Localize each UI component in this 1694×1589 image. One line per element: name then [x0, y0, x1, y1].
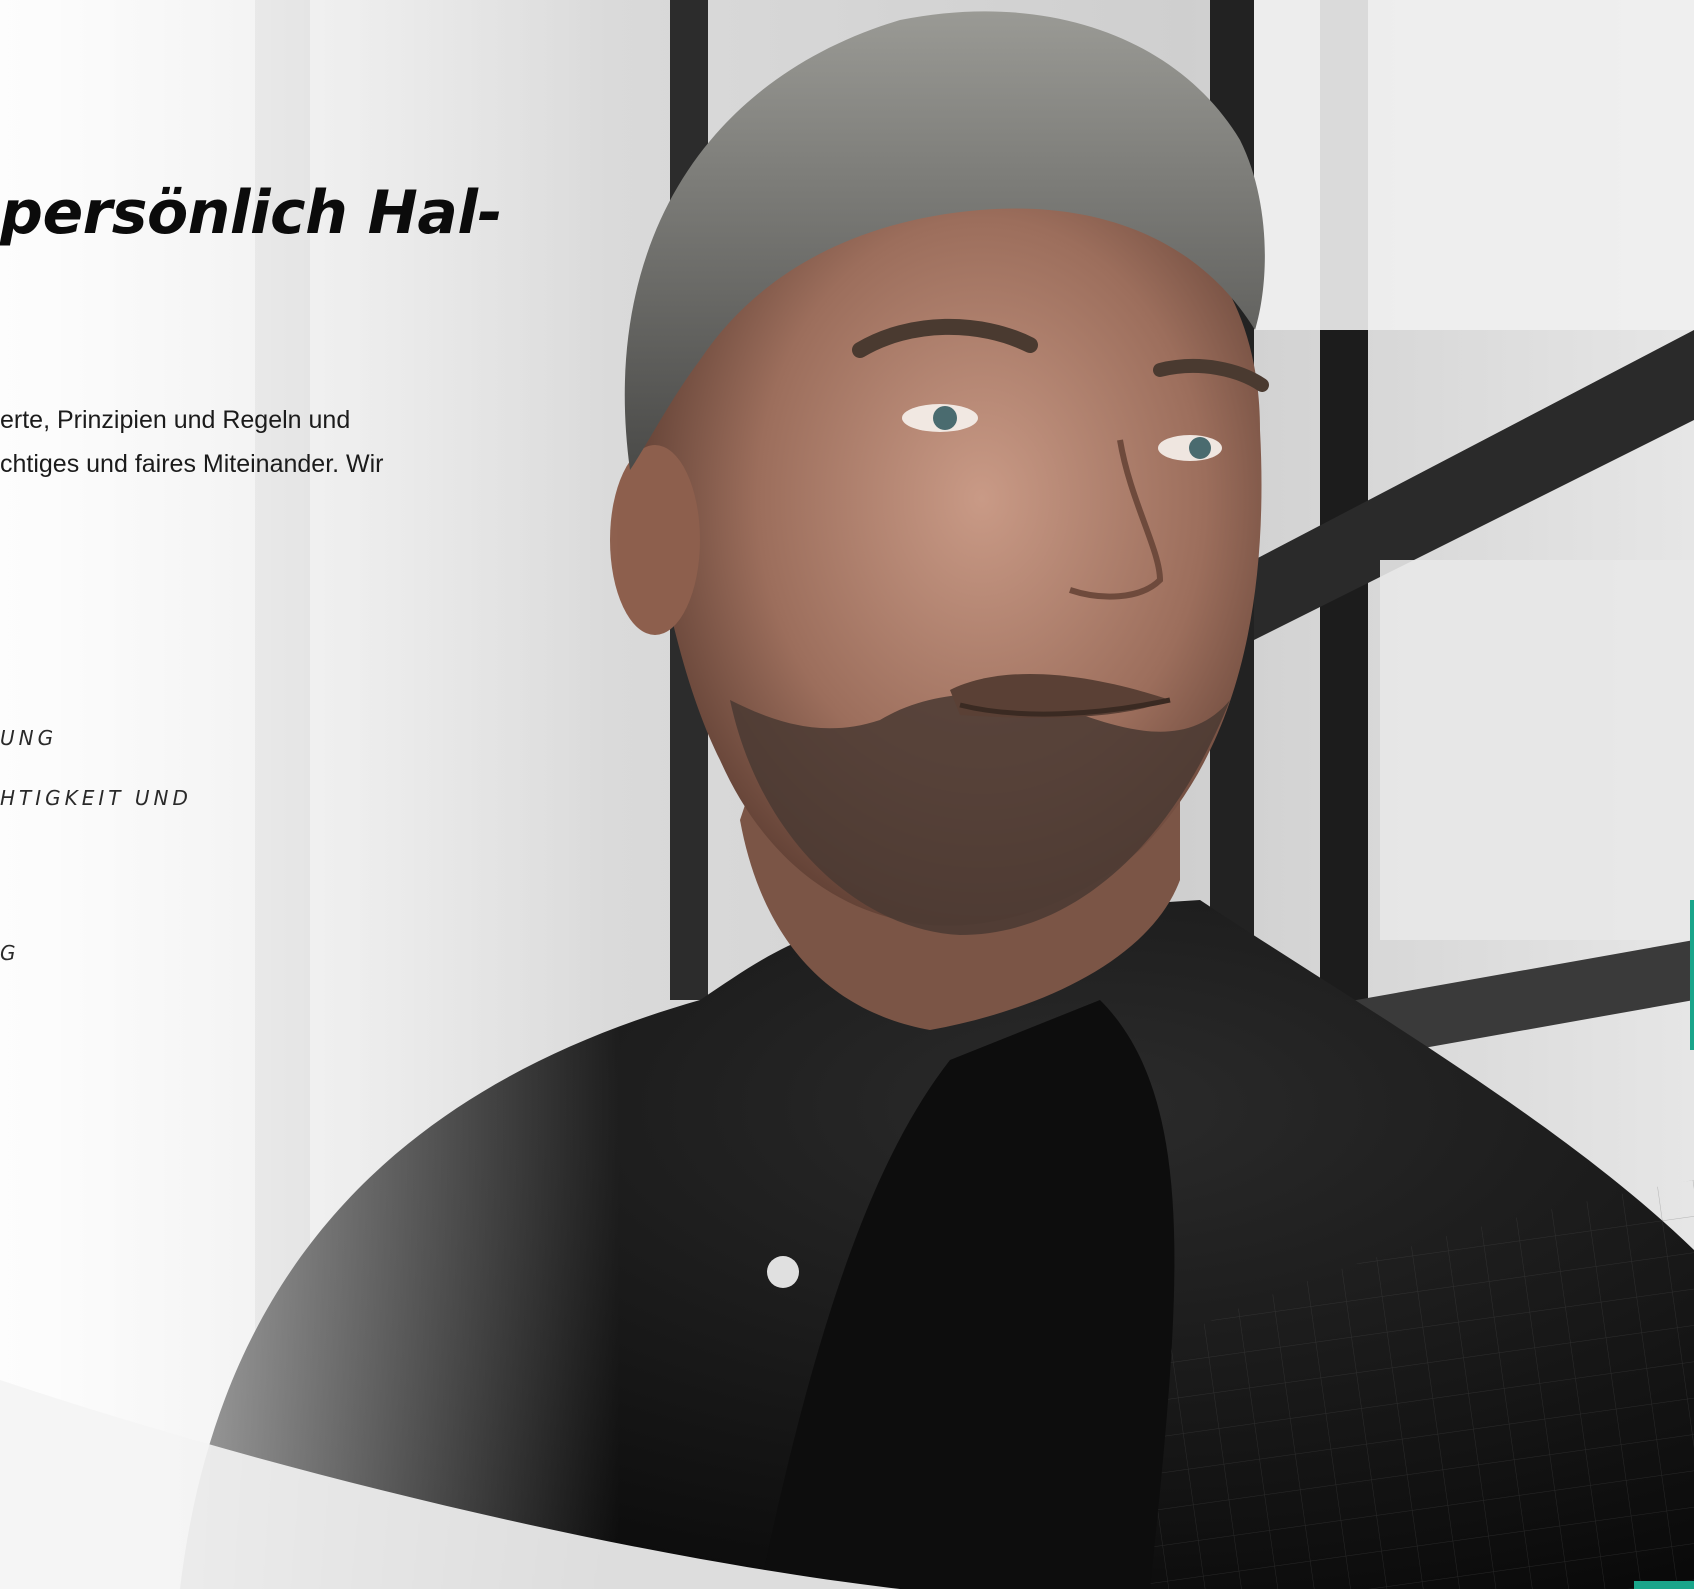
list-item: UNG	[0, 726, 58, 750]
page-heading: persönlich Hal-	[0, 178, 502, 248]
intro-paragraph: erte, Prinzipien und Regeln und chtiges …	[0, 398, 384, 486]
list-item: HTIGKEIT UND	[0, 786, 192, 810]
intro-line: chtiges und faires Miteinander. Wir	[0, 450, 384, 478]
intro-line: erte, Prinzipien und Regeln und	[0, 406, 351, 434]
list-item: G	[0, 941, 20, 965]
